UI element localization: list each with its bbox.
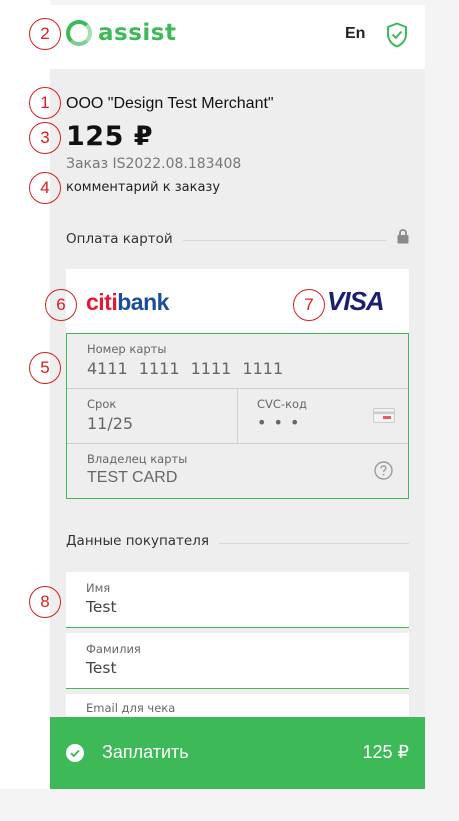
pay-button-label: Заплатить: [102, 742, 189, 762]
annotation-marker-5: 5: [29, 352, 61, 384]
lock-icon: [397, 229, 409, 244]
last-name-label: Фамилия: [86, 642, 141, 656]
card-col-divider: [237, 388, 238, 443]
card-holder-label: Владелец карты: [87, 452, 188, 466]
cvc-input[interactable]: • • •: [257, 413, 300, 432]
order-number: Заказ IS2022.08.183408: [66, 156, 242, 172]
card-number-label: Номер карты: [87, 342, 167, 356]
assist-logo-mark: [66, 20, 92, 46]
first-name-input[interactable]: Test: [86, 598, 117, 616]
expiry-input[interactable]: 11/25: [87, 414, 133, 433]
order-amount: 125 ₽: [66, 121, 154, 152]
annotation-marker-3: 3: [29, 122, 61, 154]
assist-logo: assist: [66, 20, 176, 46]
order-comment: комментарий к заказу: [66, 180, 221, 195]
last-name-field[interactable]: Фамилия Test: [66, 633, 409, 689]
help-icon[interactable]: [374, 461, 393, 480]
annotation-marker-2: 2: [29, 18, 61, 50]
card-form: Номер карты 4111 1111 1111 1111 Срок 11/…: [66, 333, 409, 499]
bank-logo: citibank: [86, 289, 169, 316]
first-name-label: Имя: [86, 581, 111, 595]
bank-logo-prefix: citi: [86, 289, 118, 315]
email-label: Email для чека: [86, 701, 176, 715]
bank-logo-suffix: bank: [117, 289, 169, 315]
language-switch[interactable]: En: [345, 25, 365, 43]
annotation-marker-6: 6: [45, 289, 77, 321]
merchant-name: ООО "Design Test Merchant": [66, 95, 274, 112]
annotation-marker-4: 4: [29, 172, 61, 204]
payment-section-title: Оплата картой: [66, 231, 183, 247]
card-holder-input[interactable]: TEST CARD: [87, 469, 177, 487]
check-circle-icon: [66, 744, 84, 762]
annotation-marker-8: 8: [29, 586, 61, 618]
expiry-label: Срок: [87, 397, 117, 411]
first-name-field[interactable]: Имя Test: [66, 572, 409, 628]
pay-button[interactable]: Заплатить 125 ₽: [50, 717, 425, 789]
annotation-marker-1: 1: [29, 87, 61, 119]
pay-button-amount: 125 ₽: [362, 742, 410, 762]
last-name-input[interactable]: Test: [86, 659, 117, 677]
card-number-input[interactable]: 4111 1111 1111 1111: [87, 359, 283, 378]
cvc-card-icon: [373, 408, 395, 423]
buyer-section-title: Данные покупателя: [66, 533, 219, 549]
annotation-marker-7: 7: [293, 289, 325, 321]
cvc-label: CVC-код: [257, 397, 308, 411]
shield-check-icon: [387, 22, 407, 48]
assist-logo-text: assist: [98, 20, 177, 46]
visa-logo: VISA: [327, 286, 385, 316]
card-row-divider: [67, 443, 408, 444]
